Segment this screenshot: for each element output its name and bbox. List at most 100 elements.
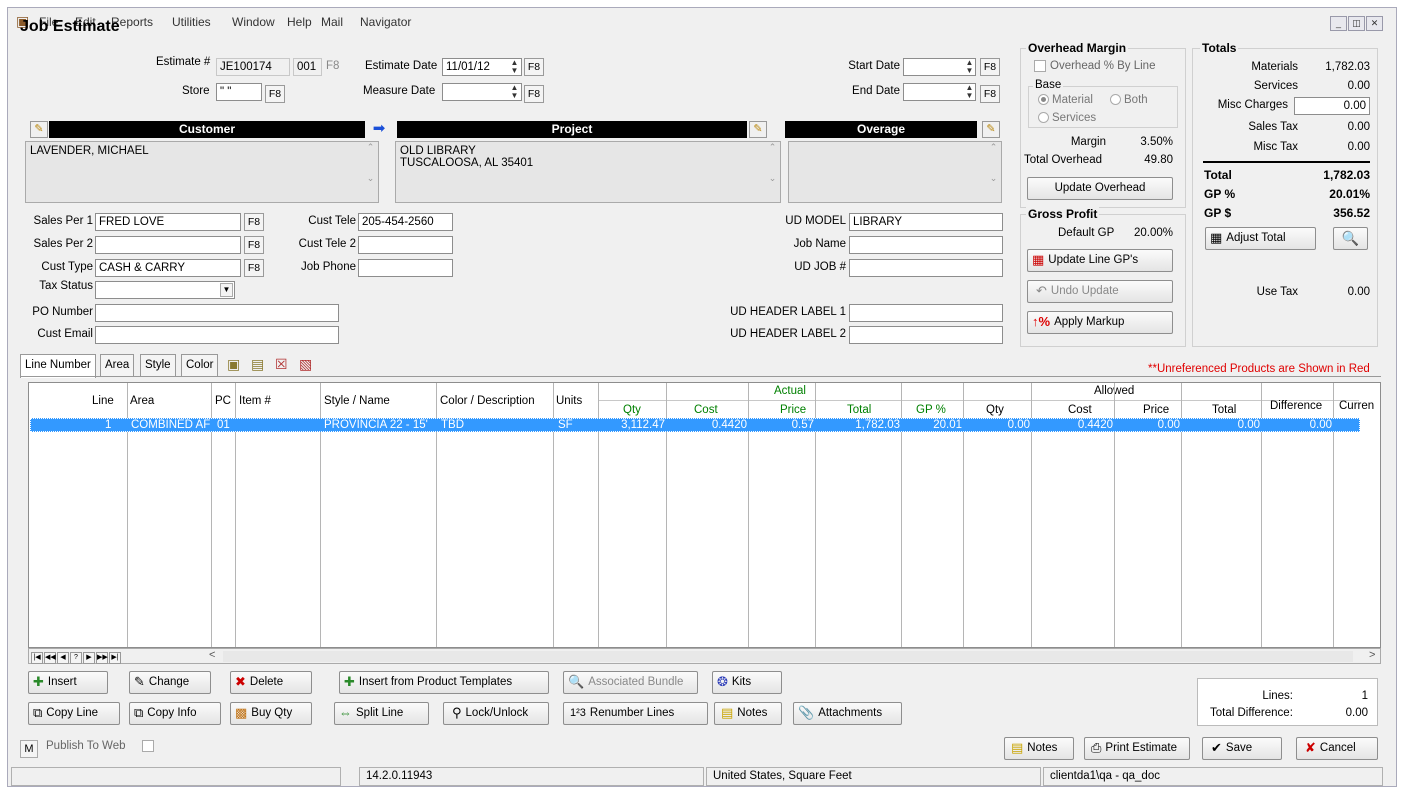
split-line-button[interactable]: ⇔ Split Line — [334, 702, 429, 725]
col-actual-gp[interactable]: GP % — [916, 404, 946, 416]
insert-button[interactable]: ✚ Insert — [28, 671, 108, 694]
menu-window[interactable]: Window — [232, 15, 275, 29]
overage-edit-icon[interactable]: ✎ — [982, 121, 1000, 138]
scroll-right-icon[interactable]: > — [1369, 649, 1375, 661]
tab-color[interactable]: Color — [181, 354, 219, 376]
end-date-spinner[interactable]: ▲ ▼ — [963, 84, 976, 100]
col-allowed-qty[interactable]: Qty — [986, 404, 1004, 416]
tag-icon[interactable]: ▣ — [227, 356, 240, 373]
col-allowed-total[interactable]: Total — [1212, 404, 1236, 416]
sales-per1-f8-button[interactable]: F8 — [244, 213, 264, 231]
base-material-radio[interactable]: Material — [1038, 94, 1093, 106]
undo-update-button[interactable]: ↶ Undo Update — [1027, 280, 1173, 303]
tab-line-number[interactable]: Line Number — [20, 354, 96, 378]
sales-per1-input[interactable]: FRED LOVE — [95, 213, 241, 231]
associated-bundle-button[interactable]: 🔍 Associated Bundle — [563, 671, 698, 694]
restore-button[interactable]: ◫ — [1348, 16, 1365, 31]
project-textbox[interactable]: OLD LIBRARY TUSCALOOSA, AL 35401 — [395, 141, 781, 203]
cust-type-input[interactable]: CASH & CARRY — [95, 259, 241, 277]
col-actual-total[interactable]: Total — [847, 404, 871, 416]
prev-record-icon[interactable]: ◀ — [57, 652, 69, 664]
col-pc[interactable]: PC — [215, 395, 231, 407]
notes-button[interactable]: ▤ Notes — [1004, 737, 1074, 760]
col-actual-price[interactable]: Price — [780, 404, 806, 416]
estimate-date-f8-button[interactable]: F8 — [524, 58, 544, 76]
col-line[interactable]: Line — [92, 395, 114, 407]
overage-textbox[interactable] — [788, 141, 1002, 203]
sales-per2-f8-button[interactable]: F8 — [244, 236, 264, 254]
store-f8-button[interactable]: F8 — [265, 85, 285, 103]
tax-status-select[interactable] — [95, 281, 235, 299]
last-record-icon[interactable]: ▶| — [109, 652, 121, 664]
goto-record-icon[interactable]: ? — [70, 652, 82, 664]
cancel-button[interactable]: ✘ Cancel — [1296, 737, 1378, 760]
update-overhead-button[interactable]: Update Overhead — [1027, 177, 1173, 200]
misc-charges-input[interactable]: 0.00 — [1294, 97, 1370, 115]
start-date-f8-button[interactable]: F8 — [980, 58, 1000, 76]
tab-style[interactable]: Style — [140, 354, 176, 376]
menu-utilities[interactable]: Utilities — [172, 15, 211, 29]
store-input[interactable]: " " — [216, 83, 262, 101]
cust-tele2-input[interactable] — [358, 236, 453, 254]
project-edit-icon[interactable]: ✎ — [749, 121, 767, 138]
measure-date-f8-button[interactable]: F8 — [524, 85, 544, 103]
change-button[interactable]: ✎ Change — [129, 671, 211, 694]
col-allowed-price[interactable]: Price — [1143, 404, 1169, 416]
base-both-radio[interactable]: Both — [1110, 94, 1148, 106]
insert-from-templates-button[interactable]: ✚ Insert from Product Templates — [339, 671, 549, 694]
renumber-lines-button[interactable]: 1²3 Renumber Lines — [563, 702, 708, 725]
col-difference[interactable]: Difference — [1270, 400, 1322, 412]
menu-help[interactable]: Help — [287, 15, 312, 29]
col-allowed-cost[interactable]: Cost — [1068, 404, 1092, 416]
clear-tags-icon[interactable]: ▧ — [299, 356, 312, 373]
kits-button[interactable]: ❂ Kits — [712, 671, 782, 694]
save-button[interactable]: ✔ Save — [1202, 737, 1282, 760]
project-scrollbar[interactable]: ⌃ ⌄ — [765, 142, 780, 202]
cust-email-input[interactable] — [95, 326, 339, 344]
minimize-button[interactable]: _ — [1330, 16, 1347, 31]
lock-unlock-button[interactable]: ⚲ Lock/Unlock — [443, 702, 549, 725]
notes-line-button[interactable]: ▤ Notes — [714, 702, 782, 725]
end-date-f8-button[interactable]: F8 — [980, 85, 1000, 103]
copy-to-project-arrow-icon[interactable]: ➡ — [370, 120, 388, 138]
attachments-button[interactable]: 📎 Attachments — [793, 702, 902, 725]
buy-qty-button[interactable]: ▩ Buy Qty — [230, 702, 312, 725]
sales-per2-input[interactable] — [95, 236, 241, 254]
table-row[interactable]: 1 COMBINED AF 01 PROVINCIA 22 - 15' TBD … — [30, 418, 1360, 432]
customer-textbox[interactable]: LAVENDER, MICHAEL — [25, 141, 379, 203]
m-button[interactable]: M — [20, 740, 38, 758]
publish-to-web-checkbox[interactable] — [142, 740, 154, 752]
estimate-date-spinner[interactable]: ▲ ▼ — [508, 59, 521, 75]
ud-job-input[interactable] — [849, 259, 1003, 277]
col-item[interactable]: Item # — [239, 395, 271, 407]
copy-info-button[interactable]: ⧉ Copy Info — [129, 702, 221, 725]
ud-header2-input[interactable] — [849, 326, 1003, 344]
col-style-name[interactable]: Style / Name — [324, 395, 390, 407]
tab-area[interactable]: Area — [100, 354, 135, 376]
prev-page-icon[interactable]: ◀◀ — [44, 652, 56, 664]
overhead-by-line-checkbox[interactable]: Overhead % By Line — [1034, 60, 1155, 72]
delete-button[interactable]: ✖ Delete — [230, 671, 312, 694]
line-items-grid[interactable]: Actual Allowed Line Area PC Item # Style… — [28, 382, 1381, 648]
col-area[interactable]: Area — [130, 395, 154, 407]
copy-line-button[interactable]: ⧉ Copy Line — [28, 702, 120, 725]
customer-edit-icon[interactable]: ✎ — [30, 121, 48, 138]
job-phone-input[interactable] — [358, 259, 453, 277]
col-units[interactable]: Units — [556, 395, 582, 407]
tags-icon[interactable]: ▤ — [251, 356, 264, 373]
ud-model-input[interactable]: LIBRARY — [849, 213, 1003, 231]
base-services-radio[interactable]: Services — [1038, 112, 1096, 124]
record-navigator[interactable]: |◀ ◀◀ ◀? ▶ ▶▶ ▶| — [31, 650, 122, 664]
col-actual-qty[interactable]: Qty — [623, 404, 641, 416]
measure-date-spinner[interactable]: ▲ ▼ — [508, 84, 521, 100]
scroll-left-icon[interactable]: < — [209, 649, 215, 661]
ud-header1-input[interactable] — [849, 304, 1003, 322]
cust-type-f8-button[interactable]: F8 — [244, 259, 264, 277]
print-estimate-button[interactable]: ⎙ Print Estimate — [1084, 737, 1190, 760]
remove-tag-icon[interactable]: ☒ — [275, 356, 288, 373]
close-button[interactable]: ✕ — [1366, 16, 1383, 31]
chevron-down-icon[interactable]: ▼ — [220, 283, 233, 297]
next-record-icon[interactable]: ▶ — [83, 652, 95, 664]
adjust-total-button[interactable]: ▦ Adjust Total — [1205, 227, 1316, 250]
menu-mail[interactable]: Mail — [321, 15, 343, 29]
